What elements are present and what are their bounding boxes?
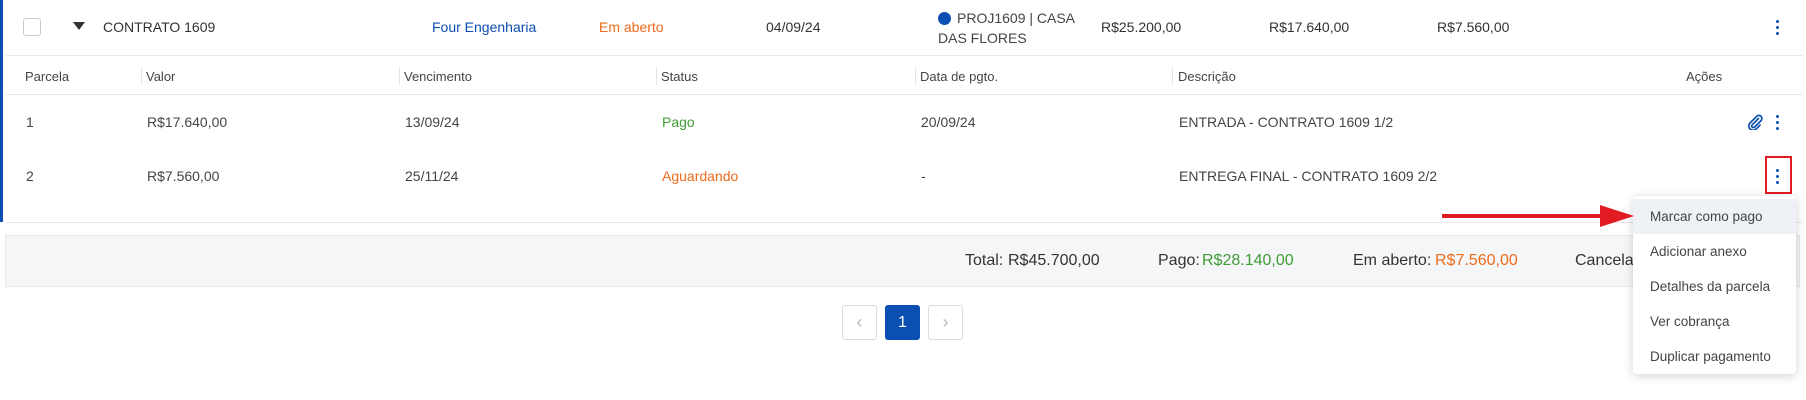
contract-name: CONTRATO 1609 <box>103 19 216 35</box>
menu-item-detalhes-parcela[interactable]: Detalhes da parcela <box>1633 269 1796 304</box>
menu-item-duplicar-pagamento[interactable]: Duplicar pagamento <box>1633 339 1796 374</box>
header-valor: Valor <box>146 69 176 84</box>
contract-row[interactable]: CONTRATO 1609 Four Engenharia Em aberto … <box>6 0 1803 56</box>
contract-card: CONTRATO 1609 Four Engenharia Em aberto … <box>0 0 1803 223</box>
contract-paid: R$17.640,00 <box>1269 19 1350 35</box>
table-row: 2 R$7.560,00 25/11/24 Aguardando - ENTRE… <box>6 150 1803 223</box>
pago-value: R$28.140,00 <box>1202 252 1294 269</box>
header-vencimento: Vencimento <box>404 69 472 84</box>
table-row: 1 R$17.640,00 13/09/24 Pago 20/09/24 ENT… <box>6 96 1803 150</box>
pago-label: Pago: <box>1158 252 1200 269</box>
kebab-icon[interactable] <box>1769 17 1785 37</box>
cell-data-pgto: 20/09/24 <box>921 114 976 130</box>
menu-item-marcar-pago[interactable]: Marcar como pago <box>1633 199 1796 234</box>
prev-page-button[interactable]: ‹ <box>842 305 877 340</box>
cell-vencimento: 13/09/24 <box>405 114 460 130</box>
header-acoes: Ações <box>1686 69 1723 84</box>
cell-parcela: 1 <box>26 114 34 130</box>
aberto-label: Em aberto: <box>1353 252 1432 269</box>
actions-menu: Marcar como pago Adicionar anexo Detalhe… <box>1633 196 1796 374</box>
cell-status: Pago <box>662 114 695 130</box>
project-tag: PROJ1609 | CASA DAS FLORES <box>938 8 1088 48</box>
cell-vencimento: 25/11/24 <box>405 168 459 184</box>
cell-parcela: 2 <box>26 168 34 184</box>
paperclip-icon[interactable] <box>1747 114 1763 130</box>
client-link[interactable]: Four Engenharia <box>432 19 536 35</box>
cell-status: Aguardando <box>662 168 739 184</box>
select-checkbox[interactable] <box>23 18 41 36</box>
contract-total: R$25.200,00 <box>1101 19 1182 35</box>
aberto-value: R$7.560,00 <box>1435 252 1518 269</box>
installments-header: Parcela Valor Vencimento Status Data de … <box>6 57 1803 95</box>
header-parcela: Parcela <box>25 69 70 84</box>
menu-item-ver-cobranca[interactable]: Ver cobrança <box>1633 304 1796 339</box>
totals-bar: Total: R$45.700,00 Pago: R$28.140,00 Em … <box>5 235 1800 287</box>
contract-open: R$7.560,00 <box>1437 19 1510 35</box>
cell-data-pgto: - <box>921 168 926 184</box>
project-line2: DAS FLORES <box>938 30 1027 46</box>
cell-descricao: ENTRADA - CONTRATO 1609 1/2 <box>1179 114 1394 130</box>
annotation-arrow-line <box>1442 214 1602 218</box>
cell-valor: R$17.640,00 <box>147 114 228 130</box>
header-descricao: Descrição <box>1178 69 1236 84</box>
next-page-button[interactable]: › <box>928 305 963 340</box>
dot-icon <box>938 12 951 25</box>
total-label: Total: <box>965 252 1004 269</box>
menu-item-adicionar-anexo[interactable]: Adicionar anexo <box>1633 234 1796 269</box>
annotation-highlight-box <box>1765 156 1792 194</box>
cell-descricao: ENTREGA FINAL - CONTRATO 1609 2/2 <box>1179 168 1438 184</box>
cell-valor: R$7.560,00 <box>147 168 220 184</box>
annotation-arrow-head <box>1600 205 1634 227</box>
caret-down-icon[interactable] <box>73 22 85 30</box>
header-data-pgto: Data de pgto. <box>920 69 999 84</box>
cancel-label: Cancela <box>1575 252 1634 269</box>
contract-date: 04/09/24 <box>766 19 821 35</box>
page-1-button[interactable]: 1 <box>885 305 920 340</box>
total-value: R$45.700,00 <box>1008 252 1100 269</box>
project-line1: PROJ1609 | CASA <box>957 10 1076 26</box>
header-status: Status <box>661 69 698 84</box>
contract-status: Em aberto <box>599 19 664 35</box>
kebab-icon[interactable] <box>1769 112 1785 132</box>
